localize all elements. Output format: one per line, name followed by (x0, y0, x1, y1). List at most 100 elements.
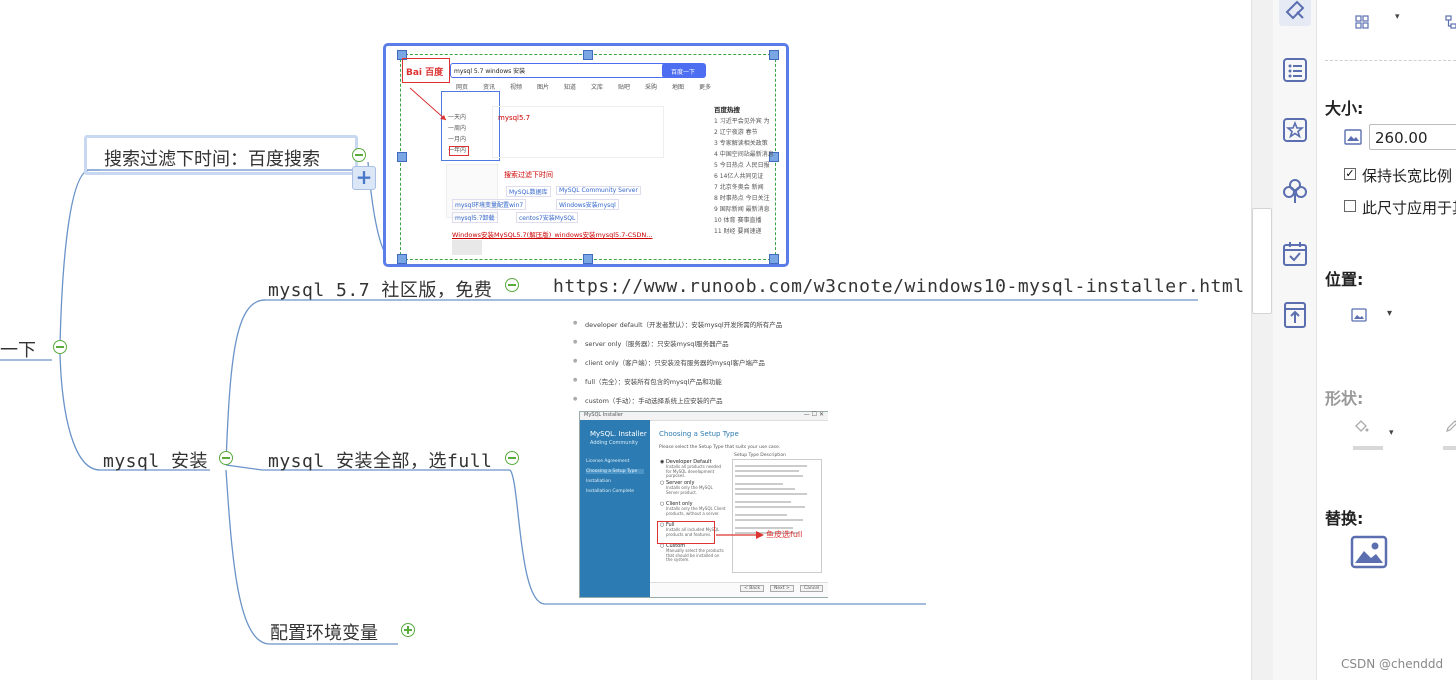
resize-handle-tr[interactable] (769, 50, 779, 60)
position-dropdown-arrow-icon[interactable]: ▾ (1387, 308, 1392, 319)
structure-tree-icon[interactable] (1445, 14, 1456, 33)
install-all-collapse-toggle[interactable] (505, 451, 519, 465)
vertical-scrollbar[interactable] (1251, 0, 1274, 680)
root-collapse-toggle[interactable] (53, 340, 67, 354)
result-title: Windows安装MySQL5.7(解压版)_windows安装mysql5.7… (452, 231, 653, 239)
description-lines (735, 462, 815, 537)
image-size-icon (1344, 128, 1362, 150)
result-tab: 文库 (591, 84, 604, 91)
setup-option-desc: Manually select the products that should… (666, 548, 724, 562)
setup-option-desc: Installs all products needed for MySQL d… (666, 464, 722, 478)
resize-handle-top[interactable] (583, 50, 593, 60)
mysql57-node[interactable]: mysql 5.7 社区版，免费 (268, 276, 492, 302)
installer-instruction: Please select the Setup Type that suits … (659, 445, 781, 450)
related-chip: Windows安装mysql (556, 199, 619, 210)
shape-label: 形状: (1325, 389, 1364, 408)
bullet-client-only: client only（客户端）：只安装没有服务器的mysql客户端产品 (573, 357, 765, 367)
property-panel: ▾ 大小: 260.00 ✓ 保持长宽比例 此尺寸应用于其 位置: ▾ 形状: … (1317, 0, 1456, 680)
related-chip: centos7安装MySQL (516, 212, 579, 223)
result-thumbnail (452, 240, 482, 255)
apply-size-checkbox[interactable] (1344, 200, 1356, 212)
hot-title: 百度热搜 (714, 106, 740, 114)
hot-list-item: 1 习近平会见外宾 为 (714, 118, 770, 125)
result-tab: 资讯 (483, 84, 496, 91)
hot-list-item: 5 今日热点 人民日报 (714, 162, 770, 169)
replace-label: 替换: (1325, 509, 1364, 528)
border-pen-icon[interactable] (1445, 418, 1456, 437)
size-label: 大小: (1325, 99, 1364, 118)
installer-step: Choosing a Setup Type (586, 469, 644, 474)
mysql-install-collapse-toggle[interactable] (219, 451, 233, 465)
add-child-button[interactable]: + (352, 166, 376, 190)
root-node[interactable]: 一下 (0, 336, 36, 362)
export-upload-icon[interactable] (1279, 299, 1311, 331)
task-calendar-icon[interactable] (1279, 238, 1311, 270)
installer-step: Installation Complete (586, 489, 635, 494)
installer-sidebar (580, 420, 650, 597)
full-annotation-arrow (716, 531, 764, 539)
result-heading: mysql5.7 (498, 114, 531, 122)
mindmap-canvas[interactable]: 一下 搜索过滤下时间：百度搜索 + Bai 百度 mysql 5.7 windo… (0, 0, 1250, 680)
keep-ratio-checkbox[interactable]: ✓ (1344, 168, 1356, 180)
installer-subtitle: Adding Community (590, 440, 638, 446)
setup-option-desc: Installs only the MySQL Server product. (666, 485, 713, 495)
layout-dropdown-arrow-icon[interactable]: ▾ (1395, 12, 1400, 22)
result-tab: 视频 (510, 84, 523, 91)
bullet-server-only: server only（服务器）：只安装mysql服务器产品 (573, 338, 729, 348)
result-tab: 更多 (699, 84, 712, 91)
resize-handle-bottom[interactable] (583, 254, 593, 264)
full-option-highlight (657, 521, 715, 544)
baidu-search-image[interactable]: Bai 百度 mysql 5.7 windows 安装 百度一下 网页 资讯 视频 图… (383, 43, 789, 267)
mysql-install-node[interactable]: mysql 安装 (103, 447, 208, 473)
filter-item: 一月内 (448, 136, 467, 143)
resize-handle-br[interactable] (769, 254, 779, 264)
apply-size-label: 此尺寸应用于其 (1362, 199, 1456, 217)
hot-list-item: 10 体育 赛事直播 (714, 217, 762, 224)
installer-step: Installation (586, 479, 611, 484)
hot-list-item: 7 北京冬奥会 新闻 (714, 184, 764, 191)
mysql57-collapse-toggle[interactable] (505, 278, 519, 292)
resize-handle-left[interactable] (397, 152, 407, 162)
installer-heading: Choosing a Setup Type (659, 430, 739, 438)
star-marker-icon[interactable] (1279, 114, 1311, 146)
window-controls: — ☐ ✕ (803, 411, 824, 418)
filter-highlight-box (449, 146, 469, 156)
fill-dropdown-arrow-icon[interactable]: ▾ (1389, 428, 1394, 438)
hot-list-item: 6 14亿人共同见证 (714, 173, 764, 180)
width-input[interactable]: 260.00 (1375, 129, 1428, 147)
hot-list-item: 8 时事热点 今日关注 (714, 195, 770, 202)
resize-handle-bl[interactable] (397, 254, 407, 264)
style-brush-icon[interactable] (1279, 0, 1311, 26)
env-expand-toggle[interactable] (401, 623, 415, 637)
position-label: 位置: (1325, 270, 1364, 289)
setup-option-desc: Installs only the MySQL Client products,… (666, 506, 726, 516)
result-tab: 网页 (456, 84, 469, 91)
scrollbar-thumb[interactable] (1252, 208, 1272, 314)
bullet-developer-default: developer default（开发者默认）：安装mysql开发所需的所有产… (573, 319, 782, 329)
outline-list-icon[interactable] (1279, 54, 1311, 86)
env-variable-node[interactable]: 配置环境变量 (270, 619, 378, 645)
search-filter-node[interactable]: 搜索过滤下时间：百度搜索 (104, 145, 320, 171)
baidu-logo: Bai 百度 (406, 68, 444, 78)
fill-bucket-icon[interactable] (1353, 418, 1369, 438)
hot-list-item: 11 财经 要闻速递 (714, 228, 762, 235)
clover-sticker-icon[interactable] (1279, 175, 1311, 207)
replace-image-icon[interactable] (1350, 534, 1388, 574)
search-button: 百度一下 (671, 69, 696, 76)
search-node-collapse-toggle[interactable] (352, 148, 366, 162)
result-tab: 地图 (672, 84, 685, 91)
border-color-bar (1443, 446, 1456, 450)
search-query: mysql 5.7 windows 安装 (454, 68, 526, 75)
hot-list-item: 9 国际新闻 最新消息 (714, 206, 770, 213)
keep-ratio-label: 保持长宽比例 (1362, 167, 1453, 185)
result-tab: 知道 (564, 84, 577, 91)
layout-grid-icon[interactable] (1355, 14, 1369, 33)
installer-button: Cancel (800, 585, 824, 592)
installer-window: MySQL Installer — ☐ ✕ MySQL. Installer A… (579, 411, 828, 598)
mysql-installer-image[interactable]: developer default（开发者默认）：安装mysql开发所需的所有产… (551, 314, 828, 600)
position-image-icon[interactable] (1351, 307, 1367, 327)
related-chip: MySQL数据库 (506, 186, 551, 197)
runoob-url-node[interactable]: https://www.runoob.com/w3cnote/windows10… (553, 276, 1245, 297)
hot-list-item: 2 辽宁夜游 春节 (714, 129, 758, 136)
install-all-node[interactable]: mysql 安装全部，选full (268, 447, 492, 473)
